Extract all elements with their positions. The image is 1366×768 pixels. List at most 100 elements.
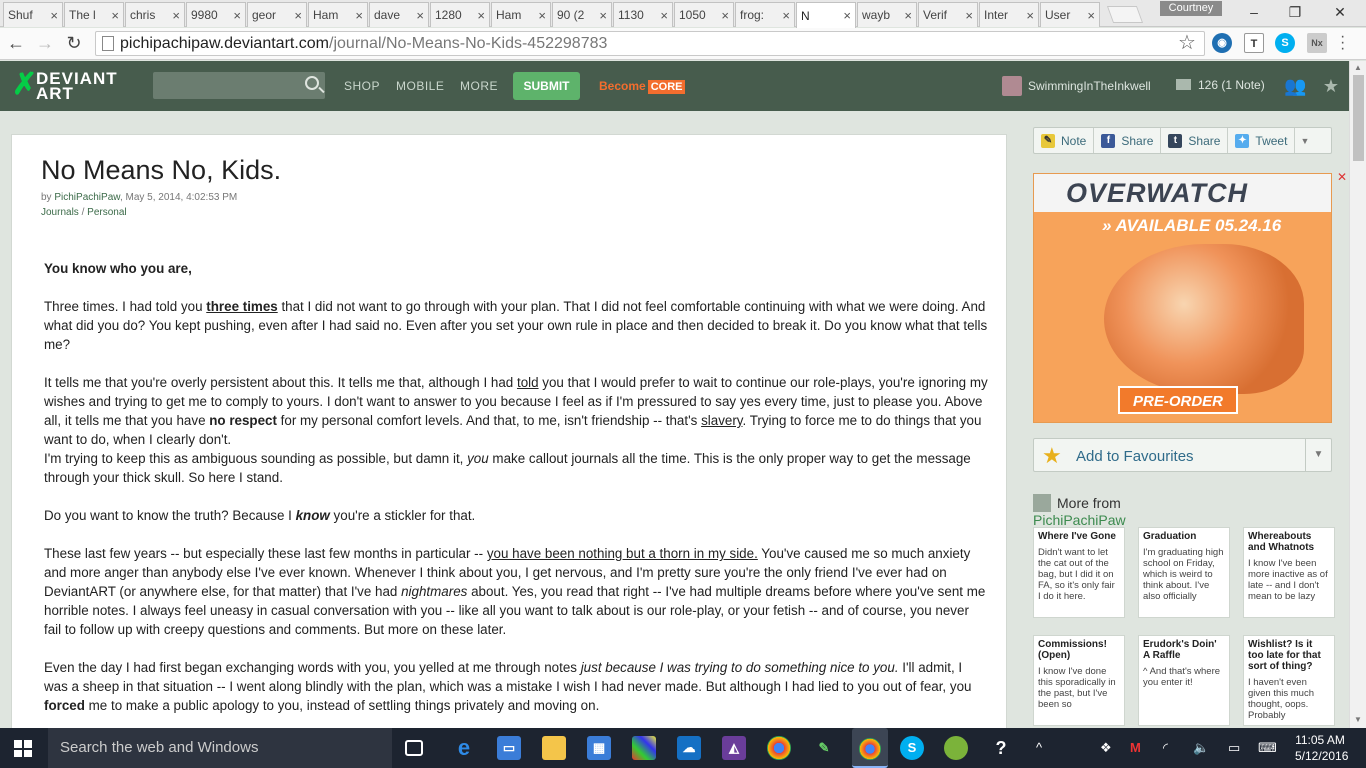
browser-tab[interactable]: 1050 ×	[674, 2, 734, 27]
close-tab-icon[interactable]: ×	[660, 8, 668, 23]
tumblr-share-button[interactable]: t Share	[1161, 128, 1229, 153]
dropbox-icon[interactable]: ❖	[1100, 740, 1112, 756]
add-to-favourites-button[interactable]: ★ Add to Favourites ▼	[1033, 438, 1332, 472]
browser-tab[interactable]: Inter ×	[979, 2, 1039, 27]
close-tab-icon[interactable]: ×	[599, 8, 607, 23]
become-core-link[interactable]: Become CORE	[599, 79, 686, 94]
site-search-input[interactable]	[153, 72, 325, 99]
extension-icon[interactable]: Nx	[1307, 33, 1327, 53]
browser-tab[interactable]: Ham ×	[308, 2, 368, 27]
back-icon[interactable]: ←	[4, 32, 28, 56]
close-tab-icon[interactable]: ×	[782, 8, 790, 23]
keyboard-icon[interactable]: ⌨	[1258, 740, 1277, 756]
crumb-personal[interactable]: Personal	[87, 207, 126, 218]
browser-tab[interactable]: chris ×	[125, 2, 185, 27]
browser-tab[interactable]: Shuf ×	[3, 2, 63, 27]
more-from-card[interactable]: Whereabouts and Whatnots I know I've been…	[1243, 527, 1335, 618]
minimize-icon[interactable]: –	[1244, 4, 1264, 20]
close-tab-icon[interactable]: ×	[1087, 8, 1095, 23]
scroll-thumb[interactable]	[1353, 75, 1364, 161]
browser-tab[interactable]: dave ×	[369, 2, 429, 27]
app-tray-icon[interactable]: M	[1130, 740, 1141, 755]
app-icon[interactable]	[944, 736, 968, 760]
browser-tab[interactable]: wayb ×	[857, 2, 917, 27]
show-hidden-icons[interactable]: ^	[1036, 740, 1042, 755]
more-from-card[interactable]: Commissions! (Open) I know I've done this…	[1033, 635, 1125, 726]
author-link[interactable]: PichiPachiPaw	[54, 192, 120, 203]
taskbar-search-input[interactable]: Search the web and Windows	[48, 728, 392, 768]
close-tab-icon[interactable]: ×	[1026, 8, 1034, 23]
browser-tab[interactable]: Verif ×	[918, 2, 978, 27]
forward-icon[interactable]: →	[33, 32, 57, 56]
onedrive-icon[interactable]: ☁	[677, 736, 701, 760]
chrome-menu-icon[interactable]: · · ·	[1340, 29, 1354, 57]
app-icon[interactable]: ◭	[722, 736, 746, 760]
close-tab-icon[interactable]: ×	[965, 8, 973, 23]
watch-icon[interactable]: 👥	[1284, 76, 1306, 96]
scroll-up-icon[interactable]: ▲	[1354, 63, 1362, 72]
bookmark-star-icon[interactable]: ☆	[1178, 30, 1196, 55]
paint-app-icon[interactable]	[632, 736, 656, 760]
chrome-icon[interactable]	[767, 736, 791, 760]
note-button[interactable]: ✎ Note	[1034, 128, 1095, 153]
share-more-dropdown[interactable]: ▼	[1295, 128, 1314, 153]
browser-tab[interactable]: 90 (2 ×	[552, 2, 612, 27]
reload-icon[interactable]: ↻	[62, 32, 86, 56]
facebook-share-button[interactable]: f Share	[1094, 128, 1162, 153]
browser-tab-active[interactable]: N ×	[796, 2, 856, 28]
submit-button[interactable]: SUBMIT	[513, 72, 580, 100]
wifi-icon[interactable]: ◜	[1163, 740, 1168, 756]
app-icon[interactable]: ▭	[497, 736, 521, 760]
close-tab-icon[interactable]: ×	[355, 8, 363, 23]
crumb-journals[interactable]: Journals	[41, 207, 79, 218]
clock[interactable]: 11:05 AM 5/12/2016	[1295, 732, 1348, 764]
browser-tab[interactable]: User ×	[1040, 2, 1100, 27]
browser-tab[interactable]: 1280 ×	[430, 2, 490, 27]
chevron-down-icon[interactable]: ▼	[1305, 439, 1331, 471]
nav-more[interactable]: MORE	[460, 79, 498, 93]
close-tab-icon[interactable]: ×	[477, 8, 485, 23]
page-info-icon[interactable]	[102, 36, 114, 51]
close-window-icon[interactable]: ✕	[1330, 4, 1350, 21]
close-tab-icon[interactable]: ×	[904, 8, 912, 23]
browser-tab[interactable]: 9980 ×	[186, 2, 246, 27]
close-tab-icon[interactable]: ×	[416, 8, 424, 23]
volume-icon[interactable]: 🔈	[1193, 740, 1209, 756]
browser-tab[interactable]: Ham ×	[491, 2, 551, 27]
close-tab-icon[interactable]: ×	[843, 8, 851, 23]
browser-tab[interactable]: frog: ×	[735, 2, 795, 27]
skype-icon[interactable]: S	[900, 736, 924, 760]
edge-icon[interactable]: e	[452, 736, 476, 760]
favourites-star-icon[interactable]: ★	[1321, 76, 1341, 96]
windows-start-icon[interactable]	[14, 740, 32, 757]
close-tab-icon[interactable]: ×	[538, 8, 546, 23]
scroll-down-icon[interactable]: ▼	[1354, 715, 1362, 724]
nav-mobile[interactable]: MOBILE	[396, 79, 444, 93]
tweet-button[interactable]: ✦ Tweet	[1228, 128, 1296, 153]
more-from-author-link[interactable]: PichiPachiPaw	[1033, 512, 1126, 528]
ad-preorder-button[interactable]: PRE-ORDER NOW	[1118, 386, 1238, 422]
extension-icon[interactable]: T	[1244, 33, 1264, 53]
file-explorer-icon[interactable]	[542, 736, 566, 760]
ad-close-icon[interactable]: ✕	[1337, 170, 1347, 184]
more-from-card[interactable]: Wishlist? Is it too late for that sort o…	[1243, 635, 1335, 726]
extension-icon[interactable]: ◉	[1212, 33, 1232, 53]
profile-button[interactable]: Courtney	[1160, 1, 1222, 16]
app-icon[interactable]: ✎	[812, 736, 836, 760]
close-tab-icon[interactable]: ×	[294, 8, 302, 23]
browser-tab[interactable]: 1130 ×	[613, 2, 673, 27]
close-tab-icon[interactable]: ×	[50, 8, 58, 23]
skype-icon[interactable]: S	[1275, 33, 1295, 53]
new-tab-button[interactable]	[1106, 6, 1144, 23]
more-from-card[interactable]: Where I've Gone Didn't want to let the ca…	[1033, 527, 1125, 618]
maximize-icon[interactable]: ❐	[1285, 4, 1305, 21]
more-from-card[interactable]: Erudork's Doin' A Raffle ^ And that's whe…	[1138, 635, 1230, 726]
browser-tab[interactable]: geor ×	[247, 2, 307, 27]
advertisement[interactable]: OVERWATCH » AVAILABLE 05.24.16 PRE-ORDER…	[1033, 173, 1332, 423]
page-scrollbar[interactable]: ▲ ▼	[1349, 61, 1366, 728]
help-icon[interactable]: ?	[989, 736, 1013, 760]
browser-tab[interactable]: The l ×	[64, 2, 124, 27]
store-icon[interactable]: ▦	[587, 736, 611, 760]
action-center-icon[interactable]: ▭	[1228, 740, 1240, 756]
close-tab-icon[interactable]: ×	[111, 8, 119, 23]
